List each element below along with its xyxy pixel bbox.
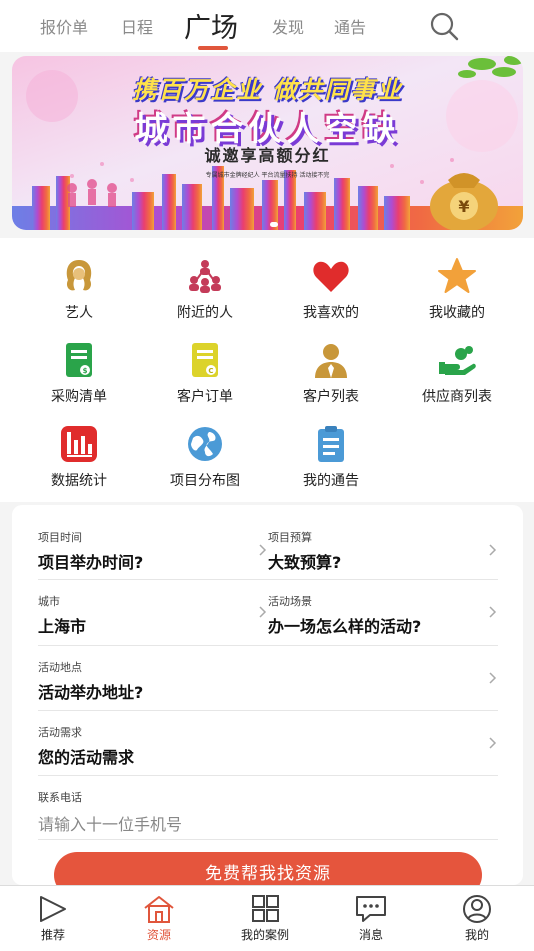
time-label: 项目时间 [38, 531, 82, 544]
nav-mine[interactable]: 我的 [424, 886, 530, 948]
time-value: 项目举办时间? [38, 553, 144, 572]
phone-input[interactable]: 请输入十一位手机号 [38, 811, 498, 835]
grid-item-project-map[interactable]: 项目分布图 [138, 412, 272, 492]
grid-item-nearby-people[interactable]: 附近的人 [138, 244, 272, 324]
home-icon [144, 896, 174, 923]
grid-item-label: 数据统计 [51, 473, 107, 489]
tab-discover[interactable]: 发现 [272, 14, 304, 38]
bar-chart-icon [61, 426, 97, 462]
nav-resources[interactable]: 资源 [106, 886, 212, 948]
user-circle-icon [463, 895, 491, 923]
budget-field[interactable]: 项目预算 大致预算? [268, 529, 488, 573]
city-label: 城市 [38, 595, 60, 608]
chevron-right-icon [489, 544, 497, 556]
svg-text:C: C [208, 367, 213, 375]
search-icon[interactable] [428, 10, 462, 44]
hair-woman-icon [66, 260, 92, 291]
chat-bubble-icon [356, 896, 386, 922]
supplier-hand-icon [439, 346, 476, 375]
tab-plaza[interactable]: 广场 [184, 6, 238, 45]
nav-label: 我的案例 [240, 928, 289, 942]
purchase-list-icon: $ [66, 343, 92, 377]
grid-item-liked[interactable]: 我喜欢的 [264, 244, 398, 324]
grid-item-label: 艺人 [65, 305, 93, 321]
need-label: 活动需求 [38, 726, 82, 739]
nav-label: 资源 [146, 928, 171, 942]
grid-item-artist[interactable]: 艺人 [12, 244, 146, 324]
nav-label: 推荐 [40, 928, 65, 942]
nav-label: 消息 [358, 928, 383, 942]
form-row-time-budget: 项目时间 项目举办时间? 项目预算 大致预算? [38, 525, 498, 580]
location-label: 活动地点 [38, 661, 82, 674]
grid-item-favorites[interactable]: 我收藏的 [390, 244, 524, 324]
top-tab-bar: 报价单 日程 广场 发现 通告 [0, 0, 534, 52]
time-field[interactable]: 项目时间 项目举办时间? [38, 529, 258, 573]
active-tab-indicator [198, 46, 228, 50]
chevron-right-icon [489, 606, 497, 618]
people-network-icon [189, 260, 221, 293]
scene-field[interactable]: 活动场景 办一场怎么样的活动? [268, 593, 498, 637]
customer-person-icon [315, 344, 347, 378]
grid-squares-icon [252, 895, 279, 922]
chevron-right-icon [259, 544, 267, 556]
bottom-nav: 推荐 资源 我的案例 消息 我的 [0, 885, 534, 951]
grid-item-label: 客户订单 [177, 389, 233, 405]
grid-item-supplier-list[interactable]: 供应商列表 [390, 328, 524, 408]
scene-label: 活动场景 [268, 595, 312, 608]
function-grid: 艺人 附近的人 我喜欢的 我收藏的 $ 采购清单 C 客户订单 客户列表 供应商… [0, 238, 534, 502]
banner-title-line1: 携百万企业 做共同事业 [132, 76, 403, 104]
grid-item-label: 采购清单 [51, 389, 107, 405]
nav-label: 我的 [464, 928, 489, 942]
star-icon [438, 258, 476, 293]
grid-item-purchase-list[interactable]: $ 采购清单 [12, 328, 146, 408]
chevron-right-icon [489, 737, 497, 749]
tab-quote[interactable]: 报价单 [40, 14, 88, 38]
grid-item-label: 附近的人 [177, 305, 233, 321]
scene-value: 办一场怎么样的活动? [268, 617, 422, 636]
tab-schedule[interactable]: 日程 [121, 14, 153, 38]
banner-fineprint: 专属城市金牌经纪人 平台流量扶持 活动接不完 [205, 172, 330, 179]
request-form: 项目时间 项目举办时间? 项目预算 大致预算? 城市 上海市 活动场景 办一场怎… [12, 505, 523, 885]
nav-my-cases[interactable]: 我的案例 [212, 886, 318, 948]
heart-icon [313, 261, 349, 292]
nav-recommend[interactable]: 推荐 [0, 886, 106, 948]
chevron-right-icon [489, 672, 497, 684]
city-value: 上海市 [38, 617, 87, 636]
grid-item-label: 我的通告 [303, 473, 359, 489]
grid-item-label: 供应商列表 [422, 389, 492, 405]
clipboard-icon [318, 426, 344, 462]
svg-text:¥: ¥ [458, 197, 469, 216]
tab-notice[interactable]: 通告 [334, 14, 366, 38]
svg-text:$: $ [83, 367, 88, 375]
nav-messages[interactable]: 消息 [318, 886, 424, 948]
phone-label: 联系电话 [38, 791, 82, 804]
chevron-right-icon [259, 606, 267, 618]
grid-item-label: 项目分布图 [170, 473, 240, 489]
grid-item-label: 我喜欢的 [303, 305, 359, 321]
location-field[interactable]: 活动地点 活动举办地址? [38, 655, 498, 711]
grid-item-my-notices[interactable]: 我的通告 [264, 412, 398, 492]
location-value: 活动举办地址? [38, 683, 144, 702]
grid-item-label: 客户列表 [303, 389, 359, 405]
need-field[interactable]: 活动需求 您的活动需求 [38, 720, 498, 776]
grid-item-customer-list[interactable]: 客户列表 [264, 328, 398, 408]
grid-item-statistics[interactable]: 数据统计 [12, 412, 146, 492]
customer-order-icon: C [192, 343, 218, 377]
carousel-indicator [270, 222, 278, 227]
phone-field[interactable]: 联系电话 请输入十一位手机号 [38, 785, 498, 840]
need-value: 您的活动需求 [38, 748, 135, 767]
play-triangle-icon [40, 896, 66, 922]
promo-banner[interactable]: ¥ 携百万企业 做共同事业 城市合伙人空缺 诚邀享高额分红 专属城市金牌经纪人 … [12, 56, 523, 230]
budget-value: 大致预算? [268, 553, 342, 572]
grid-item-customer-orders[interactable]: C 客户订单 [138, 328, 272, 408]
grid-item-label: 我收藏的 [429, 305, 485, 321]
budget-label: 项目预算 [268, 531, 312, 544]
form-row-city-scene: 城市 上海市 活动场景 办一场怎么样的活动? [38, 589, 498, 646]
city-field[interactable]: 城市 上海市 [38, 593, 258, 637]
globe-icon [188, 427, 222, 461]
banner-subtitle: 诚邀享高额分红 [204, 146, 331, 165]
